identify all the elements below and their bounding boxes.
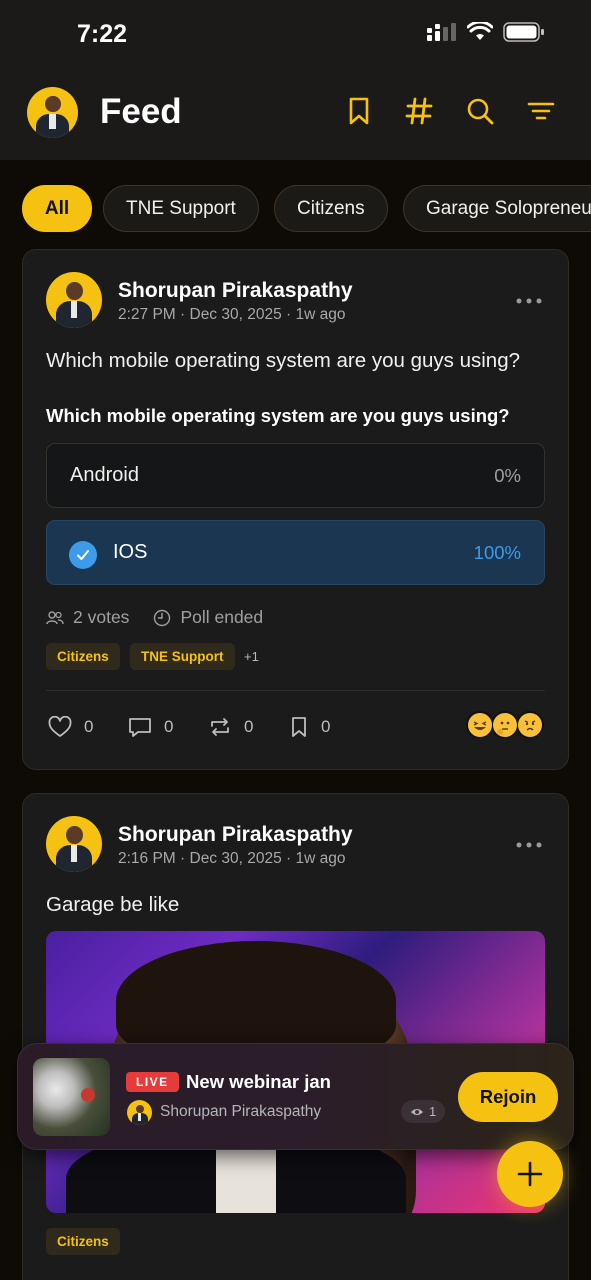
poll-option-ios[interactable]: IOS 100%	[46, 520, 545, 585]
poll-status: Poll ended	[180, 607, 264, 627]
eye-icon	[411, 1108, 423, 1115]
status-icons	[427, 22, 545, 42]
author-avatar[interactable]	[46, 816, 102, 872]
post-meta: 2:16 PM · Dec 30, 2025 · 1w ago	[118, 850, 346, 867]
like-count: 0	[84, 717, 94, 736]
tag-citizens[interactable]: Citizens	[46, 643, 120, 670]
live-badge: LIVE	[126, 1072, 179, 1092]
poll-option-label: IOS	[113, 541, 148, 563]
save-button[interactable]: 0	[289, 716, 330, 738]
vote-count: 2 votes	[73, 607, 130, 627]
save-count: 0	[321, 717, 331, 736]
poll-option-percent: 0%	[494, 465, 521, 486]
viewer-count: 1	[401, 1100, 446, 1123]
bookmark-icon	[292, 717, 306, 737]
comment-button[interactable]: 0	[128, 716, 173, 738]
live-thumbnail	[33, 1058, 110, 1136]
author-name[interactable]: Shorupan Pirakaspathy	[118, 823, 353, 847]
chip-garage-solopreneur[interactable]: Garage Solopreneu	[403, 185, 591, 232]
comment-count: 0	[164, 717, 174, 736]
filter-chips: All TNE Support Citizens Garage Solopren…	[0, 185, 591, 233]
create-post-button[interactable]	[497, 1141, 563, 1207]
post-meta: 2:27 PM · Dec 30, 2025 · 1w ago	[118, 306, 346, 323]
reactions[interactable]	[464, 709, 546, 741]
hashtag-icon[interactable]	[404, 96, 434, 126]
clock-icon	[154, 609, 171, 626]
cellular-signal-icon	[427, 23, 456, 41]
chip-tne-support[interactable]: TNE Support	[103, 185, 259, 232]
poll-option-percent: 100%	[473, 542, 521, 563]
laughing-emoji-icon	[464, 709, 496, 741]
search-icon[interactable]	[465, 96, 495, 126]
poll-option-android[interactable]: Android 0%	[46, 443, 545, 508]
status-bar: 7:22	[0, 0, 591, 70]
comment-icon	[129, 718, 151, 737]
post-text: Garage be like	[46, 893, 180, 916]
more-options-icon[interactable]	[516, 298, 542, 304]
wifi-icon	[467, 22, 493, 40]
like-button[interactable]: 0	[48, 716, 93, 738]
users-icon	[46, 610, 64, 624]
chip-citizens[interactable]: Citizens	[274, 185, 388, 232]
author-name[interactable]: Shorupan Pirakaspathy	[118, 279, 353, 303]
author-avatar[interactable]	[46, 272, 102, 328]
repost-button[interactable]: 0	[208, 716, 253, 738]
poll-question: Which mobile operating system are you gu…	[46, 405, 510, 426]
heart-icon	[48, 716, 72, 737]
rejoin-button[interactable]: Rejoin	[458, 1072, 558, 1122]
battery-icon	[503, 22, 544, 42]
thinking-emoji-icon	[489, 709, 521, 741]
plus-icon	[517, 1161, 543, 1187]
chip-all[interactable]: All	[22, 185, 92, 232]
tag-citizens[interactable]: Citizens	[46, 1228, 120, 1255]
post-card[interactable]: Shorupan Pirakaspathy 2:16 PM · Dec 30, …	[22, 793, 569, 1280]
repost-count: 0	[244, 717, 254, 736]
tags-more[interactable]: +1	[244, 649, 259, 664]
poll-meta: 2 votes Poll ended	[46, 607, 263, 628]
poll-option-label: Android	[70, 464, 139, 486]
profile-avatar[interactable]	[27, 87, 78, 138]
app-header: Feed	[0, 70, 591, 160]
tag-tne-support[interactable]: TNE Support	[130, 643, 235, 670]
live-session-banner[interactable]: LIVE New webinar jan Shorupan Pirakaspat…	[17, 1043, 574, 1150]
status-time: 7:22	[77, 20, 128, 48]
more-options-icon[interactable]	[516, 842, 542, 848]
post-card[interactable]: Shorupan Pirakaspathy 2:27 PM · Dec 30, …	[22, 249, 569, 770]
repost-icon	[211, 718, 229, 736]
filter-icon[interactable]	[526, 96, 556, 126]
post-text: Which mobile operating system are you gu…	[46, 349, 521, 372]
page-title: Feed	[100, 92, 182, 131]
live-host-name: Shorupan Pirakaspathy	[160, 1103, 322, 1120]
bookmark-icon[interactable]	[344, 96, 374, 126]
live-title: New webinar jan	[186, 1071, 331, 1092]
divider	[46, 690, 545, 691]
checkmark-icon	[69, 541, 97, 569]
host-avatar	[127, 1100, 152, 1125]
pouting-emoji-icon	[514, 709, 546, 741]
